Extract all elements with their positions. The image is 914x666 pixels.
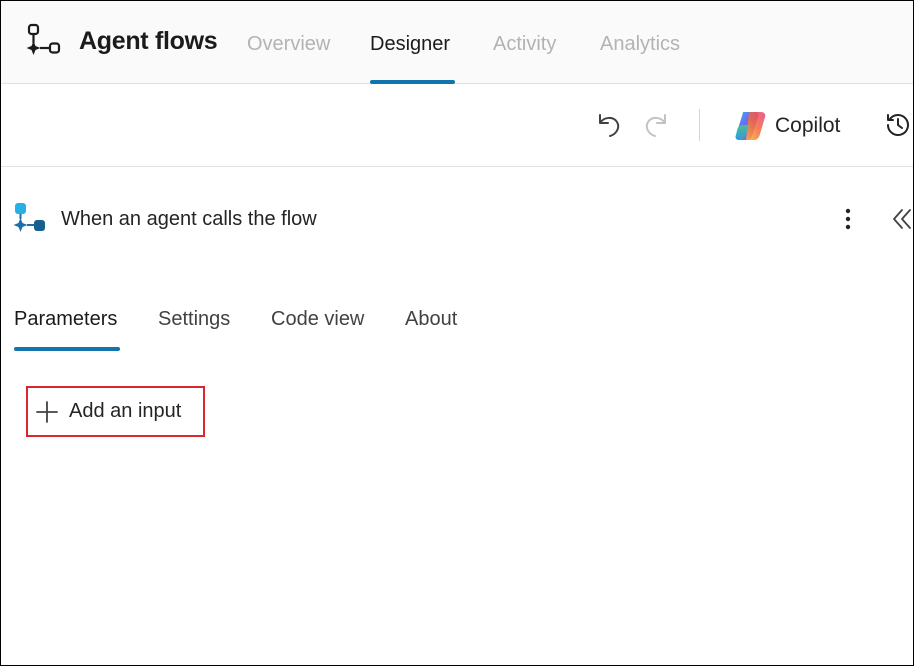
panel-title: When an agent calls the flow	[61, 208, 317, 230]
app-window: Agent flows Overview Designer Activity A…	[0, 0, 914, 666]
tab-parameters[interactable]: Parameters	[14, 308, 117, 331]
collapse-panel-icon[interactable]	[891, 207, 913, 231]
undo-icon[interactable]	[596, 111, 622, 139]
tab-code-view[interactable]: Code view	[271, 308, 364, 331]
tab-designer[interactable]: Designer	[370, 33, 450, 56]
agent-trigger-icon	[13, 203, 45, 232]
tab-overview[interactable]: Overview	[247, 33, 330, 56]
plus-icon	[36, 401, 58, 423]
history-icon[interactable]	[885, 112, 911, 138]
app-title: Agent flows	[79, 27, 218, 55]
active-tab-indicator	[370, 80, 455, 84]
flow-icon	[26, 23, 61, 55]
top-bar: Agent flows Overview Designer Activity A…	[1, 1, 913, 84]
add-input-button[interactable]: Add an input	[26, 386, 205, 437]
active-panel-tab-indicator	[14, 347, 120, 351]
copilot-label: Copilot	[775, 114, 841, 137]
more-options-icon[interactable]	[839, 207, 857, 231]
copilot-icon	[735, 112, 766, 140]
copilot-button[interactable]: Copilot	[731, 105, 851, 147]
toolbar-divider	[699, 109, 700, 141]
tab-about[interactable]: About	[405, 308, 457, 331]
redo-icon[interactable]	[643, 111, 669, 139]
tab-analytics[interactable]: Analytics	[600, 33, 680, 56]
add-input-label: Add an input	[69, 400, 182, 422]
tab-activity[interactable]: Activity	[493, 33, 556, 56]
tab-settings[interactable]: Settings	[158, 308, 230, 331]
designer-toolbar: Copilot	[1, 85, 913, 167]
